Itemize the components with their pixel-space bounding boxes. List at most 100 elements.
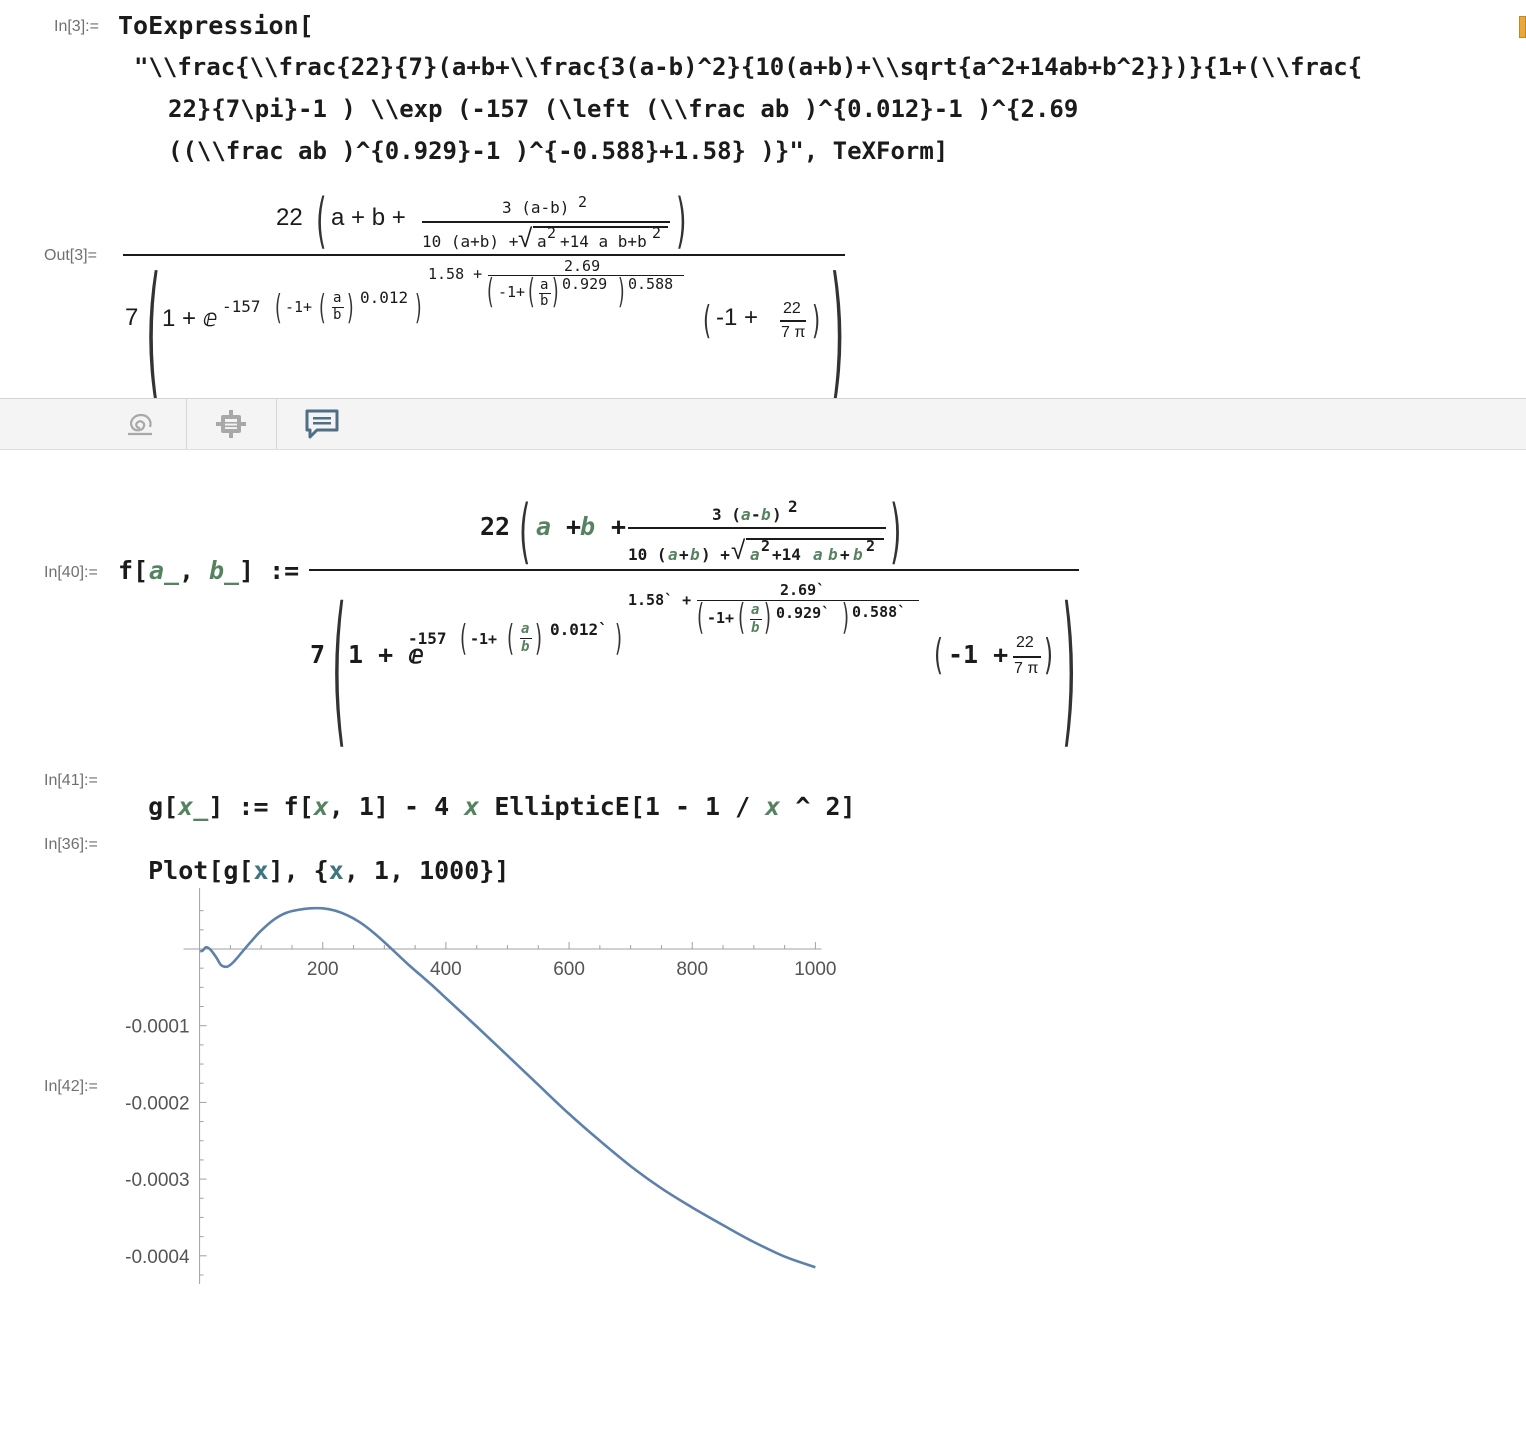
- in40-num-22: 22: [480, 512, 511, 541]
- out3-exp-157: -157: [222, 297, 261, 316]
- in41-mid3: EllipticE[1 - 1 /: [479, 792, 766, 821]
- cell-label-in3: In[3]:=: [54, 18, 99, 35]
- in40-exp-paren3-close: ): [842, 597, 850, 638]
- out3-exp-paren3-close: ): [618, 272, 625, 312]
- out3-exp-paren2-open: (: [319, 288, 326, 328]
- out3-exp-m1p: -1+: [285, 298, 313, 316]
- in40-exp-269: 2.69`: [780, 581, 826, 599]
- in40-main-fraction-bar: [309, 569, 1079, 571]
- gear-icon[interactable]: [215, 408, 247, 440]
- cell-label-in42: In[42]:=: [44, 1078, 98, 1095]
- in40-rad-2: 2: [761, 537, 771, 555]
- in41-mid2: , 1] - 4: [328, 792, 465, 821]
- in40-exp-frac-bar: [697, 600, 919, 601]
- out3-main-fraction-bar: [123, 254, 845, 256]
- toolbar-separator: [276, 399, 277, 449]
- out3-exp-m1p2: -1+: [498, 283, 526, 301]
- in40-rad-plus: +: [840, 545, 850, 564]
- in3-code-line3[interactable]: 22}{7\pi}-1 ) \\exp (-157 (\left (\\frac…: [168, 95, 1078, 123]
- in41-mid: ] := f[: [208, 792, 314, 821]
- in40-den-b: b: [690, 545, 700, 564]
- x-tick-label: 400: [430, 959, 462, 980]
- in40-lhs-b: b_: [209, 556, 240, 585]
- out3-den-paren-open: (: [146, 246, 161, 420]
- plot-ticks: [199, 910, 816, 1276]
- out3-tail-frac-bar: [780, 320, 806, 322]
- toolbar-separator: [186, 399, 187, 449]
- out3-rad-14: +14 a b+b: [560, 232, 647, 251]
- in40-tail-22: 22: [1016, 634, 1034, 651]
- out3-den-paren-close: ): [830, 246, 845, 420]
- out3-tail-7pi: 7 π: [781, 324, 806, 341]
- out3-exp-b: b: [333, 307, 342, 323]
- in41-x2: x: [313, 792, 329, 821]
- out3-exp-paren4-open: (: [528, 272, 535, 312]
- in40-exp-b2: b: [751, 620, 760, 636]
- in40-exp-m1p2: -1+: [707, 609, 735, 627]
- out3-rad-2b: 2: [652, 224, 662, 242]
- in40-a: a: [536, 512, 552, 541]
- in40-num3: 3 (: [712, 505, 741, 524]
- plot-output[interactable]: 200 400 600 800 1000 -0.0001 -0.0002 -0.0003 -0.…: [100, 880, 860, 1300]
- cell-bracket-marker[interactable]: [1519, 16, 1526, 38]
- in40-rad-ab-b: b: [828, 545, 838, 564]
- out3-exp-012: 0.012: [360, 288, 409, 307]
- in3-code-line4[interactable]: ((\\frac ab )^{0.929}-1 )^{-0.588}+1.58}…: [168, 137, 948, 165]
- out3-den10: 10 (a+b) +: [422, 232, 519, 251]
- out3-paren-close: ): [676, 186, 687, 256]
- in41-g: g[: [148, 792, 179, 821]
- out3-den-1pe: 1 + ⅇ: [162, 305, 218, 332]
- cell-label-out3: Out[3]=: [44, 247, 97, 264]
- in41-definition[interactable]: g[x_] := f[x, 1] - 4 x EllipticE[1 - 1 /…: [118, 763, 856, 821]
- y-tick-label: -0.0002: [125, 1093, 189, 1114]
- in3-code-line2[interactable]: "\\frac{\\frac{22}{7}(a+b+\\frac{3(a-b)^…: [134, 53, 1362, 81]
- in3-code-line1[interactable]: ToExpression[: [118, 11, 314, 40]
- in40-plus2: +: [596, 512, 627, 541]
- in40-inner-fraction-bar: [628, 527, 886, 529]
- in40-den-close: ) +: [701, 545, 730, 564]
- out3-tail-paren-close: ): [812, 298, 821, 342]
- in41-x4: x: [765, 792, 781, 821]
- in40-den-paren-close: ): [1062, 572, 1077, 764]
- y-tick-label: -0.0004: [125, 1247, 190, 1268]
- in40-exp-paren1-close: ): [615, 618, 623, 659]
- in41-x1: x_: [178, 792, 209, 821]
- in40-exp-a2: a: [751, 602, 760, 618]
- in40-exp-paren1-open: (: [460, 618, 468, 659]
- in40-lhs-a: a_: [149, 556, 180, 585]
- in40-lhs-comma: ,: [179, 556, 210, 585]
- out3-inner-fraction-bar: [422, 221, 670, 223]
- cell-label-in40: In[40]:=: [44, 564, 98, 581]
- in40-b: b: [580, 512, 596, 541]
- in40-rad-2b: 2: [866, 537, 876, 555]
- in40-exp-paren4-close: ): [764, 597, 772, 638]
- in40-tail-paren-close: ): [1044, 630, 1054, 679]
- out3-tail-m1: -1 +: [716, 304, 759, 331]
- spiral-icon[interactable]: [124, 408, 156, 440]
- out3-exp-paren1-close: ): [415, 288, 422, 328]
- in40-den10: 10 (: [628, 545, 667, 564]
- in40-den-a: a: [668, 545, 678, 564]
- in41-end: ^ 2]: [780, 792, 856, 821]
- in40-sqrt-sign: √: [731, 535, 746, 565]
- out3-num-22: 22: [276, 204, 303, 231]
- in40-tail-frac-bar: [1013, 656, 1041, 658]
- in40-paren-close: ): [890, 490, 902, 572]
- in40-rad-ab-a: a: [813, 545, 823, 564]
- plot-tick-labels: 200 400 600 800 1000 -0.0001 -0.0002 -0.0003 -0.…: [125, 959, 836, 1268]
- in40-exp-m1p: -1+: [470, 630, 498, 648]
- plot-series-line: [199, 906, 816, 1269]
- in40-den-plus: +: [679, 545, 689, 564]
- out3-rad-2: 2: [547, 224, 557, 242]
- in40-num-minus: -: [751, 505, 761, 524]
- in36-plot-command[interactable]: Plot[g[x], {x, 1, 1000}]: [118, 827, 509, 885]
- out3-den-7: 7: [125, 304, 139, 331]
- in40-num-a: a: [741, 505, 751, 524]
- x-tick-label: 600: [553, 959, 585, 980]
- out3-tail-paren-open: (: [703, 298, 712, 342]
- in41-x3: x: [464, 792, 480, 821]
- in40-exp-paren4-open: (: [738, 597, 746, 638]
- in40-exp-012: 0.012`: [550, 620, 608, 639]
- out3-exp-paren2-close: ): [347, 288, 354, 328]
- comment-icon[interactable]: [304, 408, 339, 440]
